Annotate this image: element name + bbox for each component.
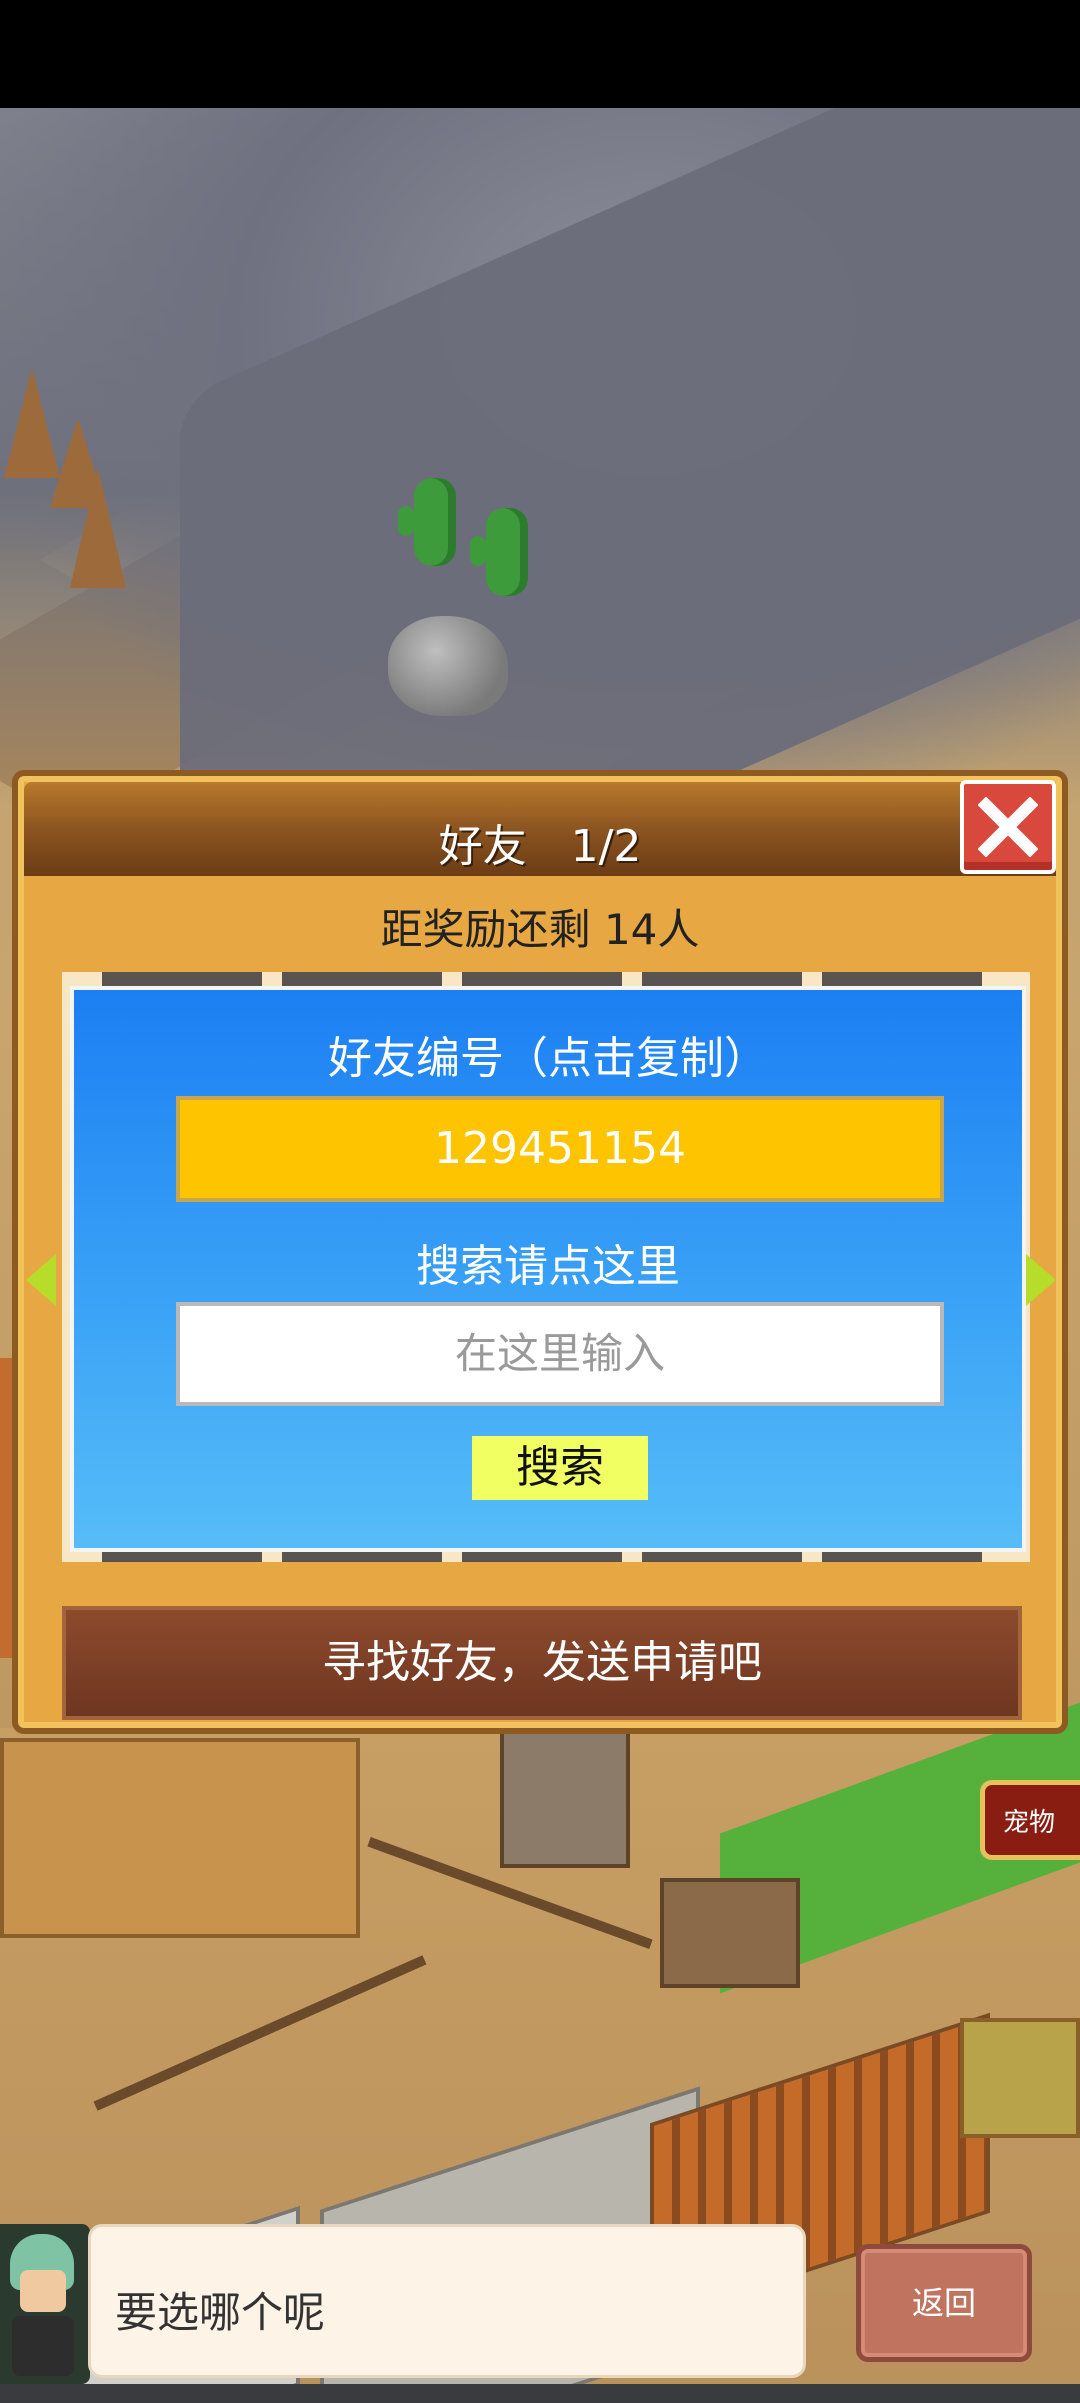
- friend-search-panel: 好友编号（点击复制） 129451154 搜索请点这里 在这里输入 搜索: [70, 986, 1026, 1552]
- cactus: [398, 478, 456, 566]
- find-friends-banner[interactable]: 寻找好友，发送申请吧: [62, 1606, 1022, 1720]
- search-input[interactable]: 在这里输入: [176, 1302, 944, 1406]
- rock-spire: [70, 468, 126, 588]
- close-button[interactable]: [960, 780, 1056, 874]
- friend-id-copy-button[interactable]: 129451154: [176, 1096, 944, 1202]
- npc-body: [12, 2316, 74, 2376]
- friend-id-label: 好友编号（点击复制）: [328, 1033, 768, 1084]
- npc-face: [20, 2270, 66, 2312]
- fence: [93, 1955, 427, 2111]
- npc-avatar: [0, 2224, 90, 2384]
- stone-tower: [500, 1718, 630, 1868]
- navigation-bar: [0, 2384, 1080, 2403]
- friends-dialog: 好友 1/2 距奖励还剩 14人 好友编号（点击复制） 129451154 搜索…: [12, 770, 1068, 1734]
- close-icon: [978, 797, 1038, 857]
- boulder: [388, 616, 508, 716]
- wooden-building: [0, 1738, 360, 1938]
- pet-tab[interactable]: 宠物: [980, 1780, 1080, 1860]
- dialog-title: 好友 1/2: [438, 821, 642, 872]
- previous-page-arrow-icon[interactable]: [26, 1254, 56, 1306]
- back-button[interactable]: 返回: [856, 2244, 1032, 2362]
- search-button[interactable]: 搜索: [472, 1436, 648, 1500]
- npc-speech-text: 要选哪个呢: [115, 2288, 326, 2337]
- next-page-arrow-icon[interactable]: [1026, 1254, 1056, 1306]
- npc-speech-bubble: 要选哪个呢: [88, 2224, 806, 2378]
- search-prompt-label: 搜索请点这里: [416, 1241, 680, 1292]
- status-bar: [0, 0, 1080, 108]
- gate: [660, 1878, 800, 1988]
- pet-tab-label: 宠物: [1003, 1807, 1056, 1838]
- hut: [960, 2018, 1080, 2138]
- cactus: [470, 508, 528, 596]
- reward-progress-text: 距奖励还剩 14人: [380, 905, 700, 954]
- dialog-header: 好友 1/2: [24, 782, 1056, 876]
